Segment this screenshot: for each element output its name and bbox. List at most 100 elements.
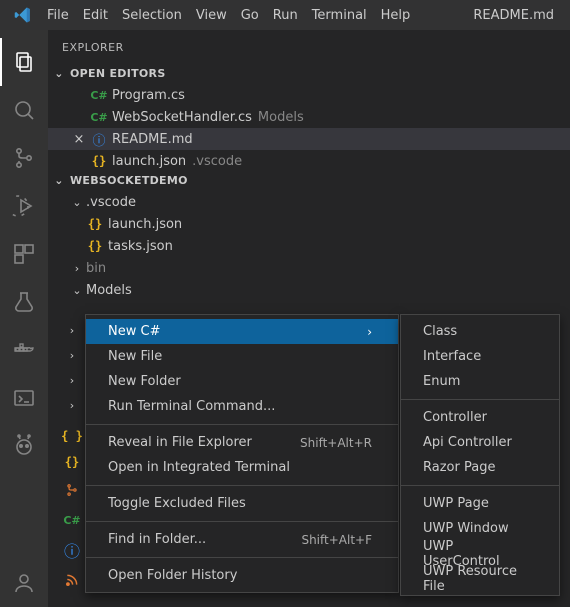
chevron-down-icon: ⌄: [52, 67, 66, 80]
submenu-item-label: Class: [423, 324, 457, 339]
ctx-item-label: Toggle Excluded Files: [108, 496, 246, 511]
file-label: tasks.json: [108, 239, 173, 254]
ctx-item[interactable]: Toggle Excluded Files: [86, 491, 398, 516]
project-header[interactable]: ⌄ WEBSOCKETDEMO: [48, 172, 570, 189]
ctx-item[interactable]: New File: [86, 344, 398, 369]
file-label: launch.json: [108, 217, 182, 232]
open-editor-item[interactable]: C# WebSocketHandler.cs Models: [48, 106, 570, 128]
menu-edit[interactable]: Edit: [76, 8, 115, 23]
tree-icon-rail: ››››{ }{}C#ⓘ: [64, 318, 80, 595]
submenu-item[interactable]: UWP UserControl: [401, 541, 559, 566]
menu-terminal[interactable]: Terminal: [305, 8, 374, 23]
separator: [86, 521, 398, 522]
chevron-right-icon: ›: [65, 343, 79, 368]
search-icon[interactable]: [0, 86, 48, 134]
shortcut-label: Shift+Alt+F: [301, 533, 372, 547]
chevron-right-icon: ›: [367, 325, 372, 339]
source-control-icon[interactable]: [0, 134, 48, 182]
menu-go[interactable]: Go: [234, 8, 266, 23]
info-file-icon: ⓘ: [90, 130, 108, 149]
run-debug-icon[interactable]: [0, 182, 48, 230]
chevron-right-icon: ›: [70, 262, 84, 275]
section-label: OPEN EDITORS: [70, 67, 166, 80]
panel-title: EXPLORER: [48, 30, 570, 65]
ctx-item-label: Open in Integrated Terminal: [108, 460, 290, 475]
submenu-item-label: Enum: [423, 374, 460, 389]
submenu-item[interactable]: Api Controller: [401, 430, 559, 455]
submenu-item-label: Razor Page: [423, 460, 495, 475]
submenu-item-label: Interface: [423, 349, 481, 364]
folder-item[interactable]: ⌄.vscode: [48, 191, 570, 213]
context-submenu: Class Interface Enum Controller Api Controll…: [400, 314, 560, 596]
submenu-item[interactable]: UWP Resource File: [401, 566, 559, 591]
chevron-down-icon: ⌄: [70, 284, 84, 297]
cs-file-icon: C#: [90, 111, 108, 124]
extensions-icon[interactable]: [0, 230, 48, 278]
context-menu: New C# › New File New Folder Run Terminal Co…: [85, 314, 399, 593]
file-item[interactable]: {}launch.json: [48, 213, 570, 235]
chevron-right-icon: ›: [65, 393, 79, 418]
submenu-item[interactable]: Interface: [401, 344, 559, 369]
open-editors-list: C#Program.cs C# WebSocketHandler.cs Models ×…: [48, 82, 570, 172]
open-editor-item[interactable]: ×ⓘREADME.md: [48, 128, 570, 150]
separator: [86, 424, 398, 425]
json-file-icon: {}: [90, 154, 108, 168]
open-editors-header[interactable]: ⌄ OPEN EDITORS: [48, 65, 570, 82]
ctx-item-label: Find in Folder...: [108, 532, 206, 547]
dim-path: .vscode: [192, 154, 242, 169]
submenu-item[interactable]: UWP Page: [401, 491, 559, 516]
submenu-item[interactable]: Controller: [401, 405, 559, 430]
submenu-item[interactable]: UWP Window: [401, 516, 559, 541]
remote-icon[interactable]: [0, 374, 48, 422]
dim-path: Models: [258, 110, 304, 125]
menu-view[interactable]: View: [189, 8, 234, 23]
close-icon[interactable]: ×: [70, 132, 88, 147]
submenu-item-label: Controller: [423, 410, 487, 425]
ctx-item[interactable]: Open Folder History: [86, 563, 398, 588]
menu-file[interactable]: File: [40, 8, 76, 23]
menu-help[interactable]: Help: [374, 8, 418, 23]
folder-item[interactable]: ⌄Models: [48, 279, 570, 301]
submenu-item[interactable]: Enum: [401, 369, 559, 394]
json-file-icon: {}: [86, 239, 104, 253]
window-title: README.md: [473, 8, 562, 23]
submenu-item-label: Api Controller: [423, 435, 512, 450]
chevron-down-icon: ⌄: [70, 196, 84, 209]
folder-item[interactable]: ›bin: [48, 257, 570, 279]
submenu-item-label: UWP Resource File: [423, 564, 533, 594]
testing-icon[interactable]: [0, 278, 48, 326]
file-label: launch.json: [112, 154, 186, 169]
json2-file-icon: { }: [64, 423, 80, 449]
separator: [401, 485, 559, 486]
info-file-icon: ⓘ: [64, 535, 80, 565]
open-editor-item[interactable]: C#Program.cs: [48, 84, 570, 106]
explorer-icon[interactable]: [0, 38, 48, 86]
file-item[interactable]: {} tasks.json: [48, 235, 570, 257]
separator: [86, 557, 398, 558]
submenu-item[interactable]: Razor Page: [401, 455, 559, 480]
menu-run[interactable]: Run: [266, 8, 305, 23]
ctx-item[interactable]: New Folder: [86, 369, 398, 394]
file-label: Program.cs: [112, 88, 185, 103]
ctx-item[interactable]: Reveal in File ExplorerShift+Alt+R: [86, 430, 398, 455]
ctx-item-label: New Folder: [108, 374, 181, 389]
docker-icon[interactable]: [0, 326, 48, 374]
bot-icon[interactable]: [0, 422, 48, 470]
ctx-item[interactable]: Open in Integrated Terminal: [86, 455, 398, 480]
shortcut-label: Shift+Alt+R: [300, 436, 372, 450]
ctx-item[interactable]: New C# ›: [86, 319, 398, 344]
chevron-down-icon: ⌄: [52, 174, 66, 187]
submenu-item[interactable]: Class: [401, 319, 559, 344]
ctx-item[interactable]: Run Terminal Command...: [86, 394, 398, 419]
open-editor-item[interactable]: {} launch.json .vscode: [48, 150, 570, 172]
activity-bar: [0, 30, 48, 607]
git-file-icon: [64, 475, 80, 505]
file-tree: ⌄.vscode{}launch.json {} tasks.json ›bin⌄Mo…: [48, 189, 570, 301]
ctx-item-label: New C#: [108, 324, 160, 339]
accounts-icon[interactable]: [0, 559, 48, 607]
ctx-item[interactable]: Find in Folder... Shift+Alt+F: [86, 527, 398, 552]
submenu-item-label: UWP Window: [423, 521, 509, 536]
file-label: WebSocketHandler.cs: [112, 110, 252, 125]
menu-selection[interactable]: Selection: [115, 8, 189, 23]
chevron-right-icon: ›: [65, 368, 79, 393]
